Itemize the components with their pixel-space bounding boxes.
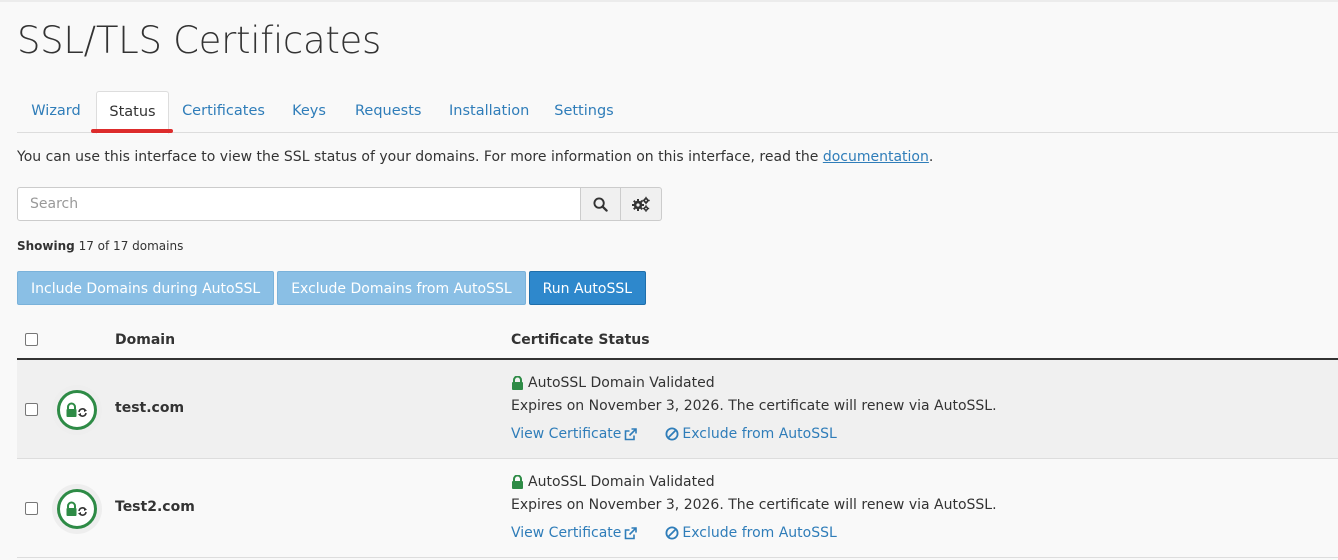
- showing-text: 17 of 17 domains: [78, 239, 184, 253]
- include-domains-button[interactable]: Include Domains during AutoSSL: [17, 271, 275, 305]
- tab-settings[interactable]: Settings: [554, 91, 614, 133]
- tab-installation[interactable]: Installation: [449, 91, 529, 133]
- exclude-from-autossl-label: Exclude from AutoSSL: [682, 525, 837, 541]
- view-certificate-link[interactable]: View Certificate: [511, 525, 638, 541]
- table-header: Domain Certificate Status: [17, 322, 1338, 360]
- table-row: Test2.com AutoSSL Domain Validated Expir…: [17, 459, 1338, 558]
- status-column-header[interactable]: Certificate Status: [511, 332, 650, 348]
- view-certificate-label: View Certificate: [511, 426, 622, 442]
- search-input[interactable]: [17, 187, 581, 221]
- intro-sentence: You can use this interface to view the S…: [17, 149, 823, 165]
- status-indicator: [52, 385, 102, 435]
- page-title: SSL/TLS Certificates: [17, 19, 381, 62]
- domain-column-header[interactable]: Domain: [115, 332, 175, 348]
- domain-name: test.com: [115, 400, 185, 416]
- domain-name: Test2.com: [115, 499, 195, 515]
- row-checkbox[interactable]: [25, 403, 38, 416]
- tab-certificates[interactable]: Certificates: [182, 91, 265, 133]
- expiry-text: Expires on November 3, 2026. The certifi…: [511, 497, 997, 513]
- external-link-icon: [625, 526, 638, 539]
- tab-keys[interactable]: Keys: [289, 91, 329, 133]
- search-settings-button[interactable]: [621, 187, 662, 221]
- exclude-from-autossl-label: Exclude from AutoSSL: [682, 426, 837, 442]
- intro-suffix: .: [928, 149, 934, 165]
- lock-icon: [512, 376, 523, 390]
- tab-status[interactable]: Status: [96, 91, 169, 134]
- expiry-text: Expires on November 3, 2026. The certifi…: [511, 398, 997, 414]
- exclude-domains-button[interactable]: Exclude Domains from AutoSSL: [277, 271, 526, 305]
- certificate-status: AutoSSL Domain Validated Expires on Nove…: [511, 373, 997, 444]
- ban-icon: [665, 526, 679, 540]
- lock-renew-icon: [66, 501, 87, 516]
- tab-wizard[interactable]: Wizard: [17, 91, 95, 133]
- tab-requests[interactable]: Requests: [355, 91, 421, 133]
- search-button[interactable]: [581, 187, 621, 221]
- documentation-link[interactable]: documentation: [823, 149, 929, 165]
- certificate-status: AutoSSL Domain Validated Expires on Nove…: [511, 472, 997, 543]
- lock-icon: [512, 475, 523, 489]
- exclude-from-autossl-link[interactable]: Exclude from AutoSSL: [665, 426, 837, 442]
- gears-icon: [632, 196, 650, 212]
- search-icon: [593, 196, 608, 212]
- status-indicator: [52, 484, 102, 534]
- search-group: [17, 187, 662, 221]
- top-border: [0, 0, 1338, 2]
- showing-label: Showing: [17, 239, 75, 253]
- view-certificate-label: View Certificate: [511, 525, 622, 541]
- results-count: Showing 17 of 17 domains: [17, 239, 183, 253]
- external-link-icon: [625, 427, 638, 440]
- status-text: AutoSSL Domain Validated: [528, 474, 715, 490]
- status-text: AutoSSL Domain Validated: [528, 375, 715, 391]
- run-autossl-button[interactable]: Run AutoSSL: [528, 271, 647, 305]
- row-checkbox[interactable]: [25, 502, 38, 515]
- ban-icon: [665, 427, 679, 441]
- active-tab-indicator: [91, 129, 173, 133]
- autossl-actions: Include Domains during AutoSSL Exclude D…: [17, 271, 647, 305]
- lock-renew-icon: [66, 402, 87, 417]
- exclude-from-autossl-link[interactable]: Exclude from AutoSSL: [665, 525, 837, 541]
- view-certificate-link[interactable]: View Certificate: [511, 426, 638, 442]
- table-row: test.com AutoSSL Domain Validated Expire…: [17, 360, 1338, 459]
- select-all-checkbox[interactable]: [25, 333, 38, 346]
- intro-text: You can use this interface to view the S…: [17, 149, 933, 165]
- tab-bar: Wizard Status Certificates Keys Requests…: [17, 91, 1338, 134]
- domains-table: Domain Certificate Status test.com AutoS…: [17, 322, 1338, 558]
